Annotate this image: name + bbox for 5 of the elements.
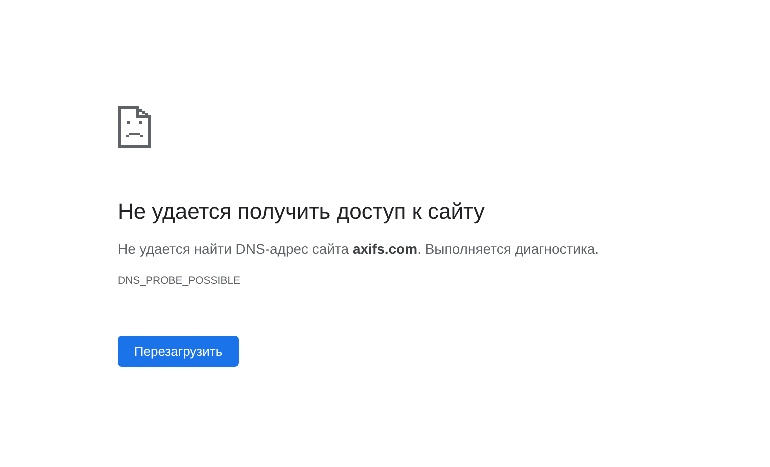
error-message: Не удается найти DNS-адрес сайта axifs.com. Выполняется диагностика. bbox=[118, 240, 600, 259]
error-code: DNS_PROBE_POSSIBLE bbox=[118, 274, 241, 288]
reload-button[interactable]: Перезагрузить bbox=[118, 336, 239, 367]
error-title: Не удается получить доступ к сайту bbox=[118, 198, 485, 226]
sad-page-icon bbox=[118, 106, 151, 148]
